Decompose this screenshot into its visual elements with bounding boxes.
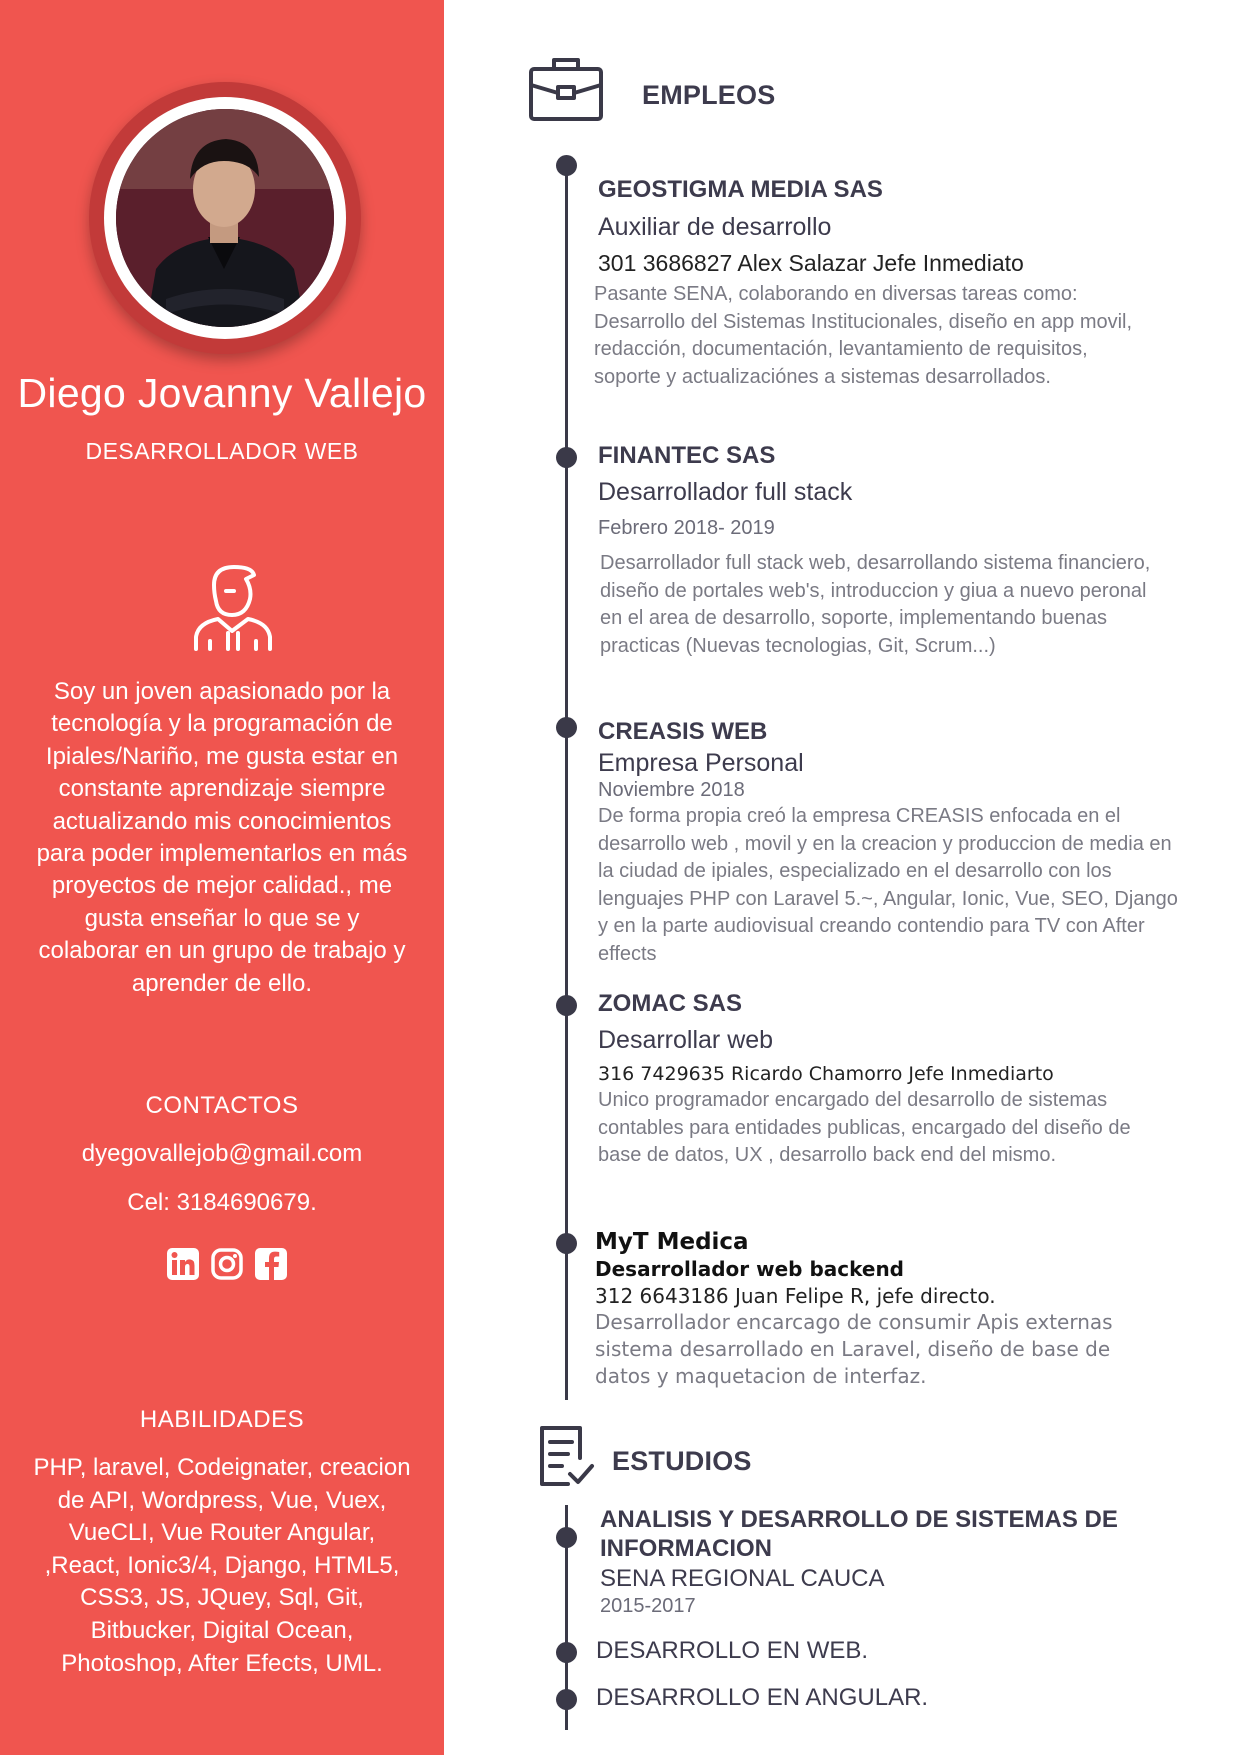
job-period: Febrero 2018- 2019	[598, 517, 775, 539]
main-content: EMPLEOS GEOSTIGMA MEDIA SAS Auxiliar de …	[444, 0, 1240, 1755]
timeline-dot	[556, 1689, 577, 1710]
job-contact: 301 3686827 Alex Salazar Jefe Inmediato	[598, 250, 1024, 276]
job-description: De forma propia creó la empresa CREASIS …	[598, 805, 1178, 965]
instagram-icon[interactable]	[210, 1246, 244, 1282]
job-position: Desarrollar web	[598, 1026, 774, 1054]
timeline-dot	[556, 447, 577, 468]
education-course: DESARROLLO EN WEB.	[596, 1637, 869, 1664]
timeline-employment	[565, 160, 568, 1400]
employment-title: EMPLEOS	[642, 80, 776, 110]
education-course: DESARROLLO EN ANGULAR.	[596, 1684, 929, 1711]
timeline-dot	[556, 1642, 577, 1663]
timeline-dot	[556, 717, 577, 738]
skills-title: HABILIDADES	[139, 1406, 305, 1433]
job-entry: MyT Medica Desarrollador web backend 312…	[595, 1229, 1155, 1390]
facebook-icon[interactable]	[254, 1246, 288, 1282]
education-entry: ANALISIS Y DESARROLLO DE SISTEMAS DE INF…	[600, 1505, 1200, 1618]
education-degree: ANALISIS Y DESARROLLO DE SISTEMAS DE INF…	[600, 1506, 1118, 1562]
sidebar: Diego Jovanny Vallejo DESARROLLADOR WEB …	[0, 0, 444, 1755]
job-position: Auxiliar de desarrollo	[598, 213, 832, 241]
contacts-title: CONTACTOS	[145, 1092, 299, 1119]
job-description: Pasante SENA, colaborando en diversas ta…	[594, 283, 1133, 388]
education-period: 2015-2017	[600, 1595, 696, 1617]
profile-role: DESARROLLADOR WEB	[85, 438, 359, 464]
job-company: ZOMAC SAS	[598, 990, 742, 1017]
job-position: Empresa Personal	[598, 749, 804, 777]
job-company: FINANTEC SAS	[598, 442, 776, 469]
job-period: Noviembre 2018	[598, 779, 745, 801]
job-company: GEOSTIGMA MEDIA SAS	[598, 176, 883, 203]
job-position: Desarrollador full stack	[598, 478, 853, 506]
briefcase-icon	[529, 58, 603, 121]
job-contact: 316 7429635 Ricardo Chamorro Jefe Inmedi…	[598, 1063, 1054, 1085]
timeline-dot	[556, 1527, 577, 1548]
timeline-dot	[556, 155, 577, 176]
document-check-icon	[540, 1426, 594, 1486]
job-description: Desarrollador full stack web, desarrolla…	[600, 552, 1151, 657]
education-institution: SENA REGIONAL CAUCA	[600, 1565, 885, 1592]
job-entry: CREASIS WEB Empresa Personal Noviembre 2…	[598, 718, 1178, 968]
avatar	[89, 82, 361, 354]
timeline-dot	[556, 1233, 577, 1254]
social-links	[166, 1246, 288, 1282]
job-company: MyT Medica	[595, 1229, 749, 1255]
job-entry: GEOSTIGMA MEDIA SAS Auxiliar de desarrol…	[594, 176, 1158, 391]
job-contact: 312 6643186 Juan Felipe R, jefe directo.	[595, 1284, 996, 1308]
linkedin-icon[interactable]	[166, 1246, 200, 1282]
timeline-dot	[556, 995, 577, 1016]
job-description: Desarrollador encarcago de consumir Apis…	[595, 1310, 1113, 1388]
education-title: ESTUDIOS	[612, 1446, 752, 1476]
job-description: Unico programador encargado del desarrol…	[598, 1089, 1131, 1166]
profile-name: Diego Jovanny Vallejo	[17, 370, 427, 416]
job-position: Desarrollador web backend	[595, 1257, 904, 1281]
contact-phone: Cel: 3184690679.	[127, 1189, 317, 1216]
job-entry: FINANTEC SAS Desarrollador full stack Fe…	[598, 442, 1158, 660]
job-entry: ZOMAC SAS Desarrollar web 316 7429635 Ri…	[598, 990, 1158, 1170]
skills-list: PHP, laravel, Codeignater, creacion de A…	[33, 1454, 411, 1677]
contact-email[interactable]: dyegovallejob@gmail.com	[0, 1140, 444, 1168]
job-company: CREASIS WEB	[598, 718, 768, 745]
profile-bio: Soy un joven apasionado por la tecnologí…	[36, 678, 408, 997]
profile-photo	[116, 109, 334, 327]
person-icon	[194, 565, 272, 651]
